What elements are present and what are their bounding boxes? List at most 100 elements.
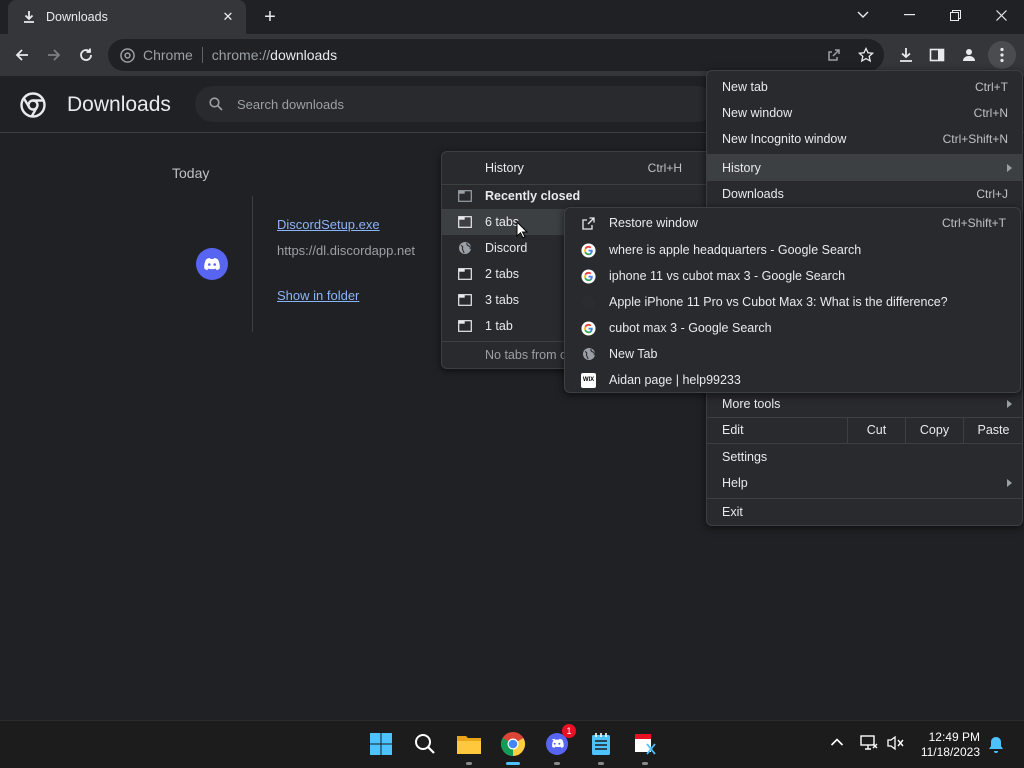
menu-kebab-icon[interactable]: [988, 41, 1016, 69]
tabs-item-label: where is apple headquarters - Google Sea…: [609, 243, 862, 257]
omnibox-url[interactable]: chrome://downloads: [212, 47, 337, 63]
tab-item-iphone-cubot[interactable]: iphone 11 vs cubot max 3 - Google Search: [565, 263, 1020, 289]
tab-icon: [458, 267, 472, 281]
clock-time: 12:49 PM: [928, 730, 980, 744]
tab-icon: [458, 293, 472, 307]
share-icon[interactable]: [826, 47, 842, 63]
menu-item-history[interactable]: History: [707, 155, 1022, 181]
blank-favicon: [581, 295, 596, 310]
submenu-arrow-icon: [1007, 164, 1012, 172]
globe-icon: [581, 347, 596, 362]
system-clock[interactable]: 12:49 PM 11/18/2023: [921, 730, 980, 760]
minimize-icon[interactable]: [886, 0, 932, 30]
history-item-label: 6 tabs: [485, 215, 520, 229]
edit-cut-button[interactable]: Cut: [847, 417, 905, 443]
network-icon[interactable]: [860, 735, 878, 751]
omnibox-site-label: Chrome: [143, 47, 193, 63]
menu-item-settings[interactable]: Settings: [707, 444, 1022, 470]
menu-item-help[interactable]: Help: [707, 470, 1022, 496]
menu-item-label: New window: [722, 106, 793, 120]
downloads-icon[interactable]: [892, 41, 920, 69]
download-file-name-link[interactable]: DiscordSetup.exe: [277, 217, 380, 232]
menu-item-exit[interactable]: Exit: [707, 499, 1022, 525]
snipping-tool-icon[interactable]: [630, 729, 660, 765]
menu-item-label: New Incognito window: [722, 132, 847, 146]
restore-icon[interactable]: [932, 0, 978, 30]
windows-start-icon[interactable]: [366, 729, 396, 759]
tab-search-icon[interactable]: [840, 0, 886, 30]
open-external-icon: [581, 216, 596, 231]
tabs-item-label: iphone 11 vs cubot max 3 - Google Search: [609, 269, 846, 283]
clock-date: 11/18/2023: [920, 745, 980, 759]
recently-closed-header: Recently closed: [442, 183, 712, 209]
menu-item-shortcut: Ctrl+T: [975, 80, 1008, 94]
bookmark-star-icon[interactable]: [858, 47, 874, 63]
tab-item-new-tab[interactable]: New Tab: [565, 341, 1020, 367]
forward-icon[interactable]: [40, 41, 68, 69]
tab-icon: [458, 319, 472, 333]
show-hidden-icons-icon[interactable]: [830, 737, 844, 747]
history-shortcut: Ctrl+H: [647, 161, 682, 175]
tab-item-cubot-max-3[interactable]: cubot max 3 - Google Search: [565, 315, 1020, 341]
menu-item-label: New tab: [722, 80, 768, 94]
new-tab-button[interactable]: +: [258, 6, 282, 28]
recently-closed-label: Recently closed: [485, 189, 581, 203]
profile-icon[interactable]: [955, 41, 983, 69]
reload-icon[interactable]: [72, 41, 100, 69]
edit-copy-button[interactable]: Copy: [905, 417, 963, 443]
show-in-folder-link[interactable]: Show in folder: [277, 288, 359, 303]
tab-item-iphone-pro-vs-cubot[interactable]: Apple iPhone 11 Pro vs Cubot Max 3: What…: [565, 289, 1020, 315]
menu-item-new-incognito-window[interactable]: New Incognito window Ctrl+Shift+N: [707, 126, 1022, 152]
restore-window-item[interactable]: Restore window Ctrl+Shift+T: [565, 210, 1020, 236]
menu-item-new-window[interactable]: New window Ctrl+N: [707, 100, 1022, 126]
tab-item-apple-headquarters[interactable]: where is apple headquarters - Google Sea…: [565, 237, 1020, 263]
close-window-icon[interactable]: [978, 0, 1024, 30]
wix-icon-text: WIX: [582, 377, 595, 383]
search-icon: [209, 97, 223, 111]
menu-item-new-tab[interactable]: New tab Ctrl+T: [707, 74, 1022, 100]
side-panel-icon[interactable]: [923, 41, 951, 69]
notification-bell-icon[interactable]: [988, 736, 1004, 754]
url-prefix: chrome://: [211, 47, 271, 63]
download-icon: [22, 10, 36, 24]
search-downloads-input[interactable]: Search downloads: [195, 86, 715, 122]
mouse-cursor-icon: [516, 220, 529, 242]
tabs-item-label: Apple iPhone 11 Pro vs Cubot Max 3: What…: [609, 295, 948, 309]
tab-close-icon[interactable]: ✕: [220, 9, 236, 25]
history-item-label: Discord: [485, 241, 528, 255]
download-source-url: https://dl.discordapp.net: [277, 243, 416, 258]
history-menu-item[interactable]: History Ctrl+H: [442, 155, 712, 181]
globe-icon: [458, 241, 472, 255]
page-title: Downloads: [67, 93, 171, 116]
edit-paste-button[interactable]: Paste: [963, 417, 1023, 443]
notepad-icon[interactable]: [586, 729, 616, 765]
discord-taskbar-icon[interactable]: 1: [542, 724, 576, 765]
menu-item-label: History: [722, 161, 761, 175]
menu-item-edit: Edit Cut Copy Paste: [707, 417, 1022, 443]
tabs-item-label: New Tab: [609, 347, 658, 361]
taskbar: 1 12:49 PM 11/18/2023: [0, 720, 1024, 768]
running-indicator: [554, 762, 560, 765]
submenu-arrow-icon: [1007, 400, 1012, 408]
omnibox-separator: [201, 47, 203, 63]
google-icon: [581, 268, 596, 284]
tabs-submenu: Restore window Ctrl+Shift+T where is app…: [564, 207, 1021, 393]
tab-downloads[interactable]: Downloads ✕: [8, 0, 246, 34]
volume-muted-icon[interactable]: [886, 735, 904, 751]
menu-item-label: Downloads: [722, 187, 784, 201]
menu-item-label: Edit: [722, 423, 744, 437]
menu-item-downloads[interactable]: Downloads Ctrl+J: [707, 181, 1022, 207]
back-icon[interactable]: [8, 41, 36, 69]
search-taskbar-icon[interactable]: [410, 729, 440, 759]
menu-item-shortcut: Ctrl+Shift+N: [942, 132, 1008, 146]
chrome-taskbar-icon[interactable]: [498, 729, 528, 765]
menu-item-label: Exit: [722, 505, 743, 519]
file-explorer-icon[interactable]: [454, 729, 484, 765]
omnibox[interactable]: Chrome chrome://downloads: [108, 39, 884, 71]
menu-item-more-tools[interactable]: More tools: [707, 391, 1022, 417]
tab-icon: [458, 189, 472, 203]
google-icon: [581, 242, 596, 258]
tab-item-aidan-page[interactable]: WIX Aidan page | help99233: [565, 367, 1020, 393]
discord-file-icon: [196, 248, 228, 280]
running-indicator: [642, 762, 648, 765]
